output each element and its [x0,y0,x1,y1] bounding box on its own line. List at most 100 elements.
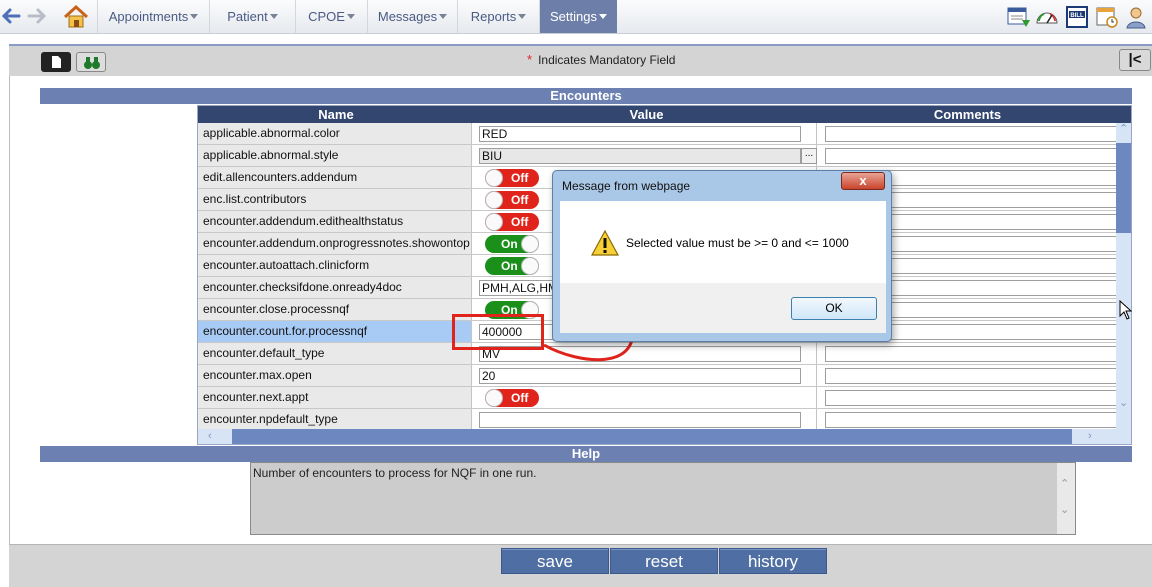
comment-cell [819,123,1125,144]
setting-name: edit.allencounters.addendum [198,167,472,188]
comment-input[interactable] [825,148,1125,164]
nav-menu-label: Patient [227,9,268,24]
history-button[interactable]: history [719,548,827,574]
new-document-button[interactable] [41,52,71,72]
toggle-knob [485,213,503,231]
toggle-switch[interactable]: Off [485,389,539,407]
setting-name: encounter.max.open [198,365,472,386]
help-scroll-down-icon[interactable]: ⌄ [1060,503,1069,516]
nav-menu-appointments[interactable]: Appointments [97,0,209,33]
setting-name: encounter.next.appt [198,387,472,408]
setting-name: encounter.count.for.processnqf [198,321,472,342]
dropdown-caret-icon [598,14,607,19]
toggle-switch[interactable]: On [485,235,539,253]
toggle-knob [521,257,539,275]
nav-menu-label: Reports [470,9,517,24]
column-header-value: Value [629,107,664,122]
reset-button[interactable]: reset [610,548,718,574]
calendar-clock-icon[interactable] [1095,5,1119,29]
table-row[interactable]: encounter.npdefault_type [198,409,1125,431]
nav-menu-label: CPOE [308,9,345,24]
dialog-close-button[interactable]: x [841,172,885,190]
dropdown-caret-icon [518,14,527,19]
dialog-body: Selected value must be >= 0 and <= 1000 [560,201,886,283]
user-profile-icon[interactable] [1124,5,1148,29]
dashboard-gauge-icon[interactable] [1035,5,1059,29]
nav-menu-settings[interactable]: Settings [539,0,617,33]
column-header-comments: Comments [933,107,1002,122]
collapse-panel-button[interactable]: |< [1119,49,1151,71]
back-arrow-icon[interactable] [1,6,21,26]
nav-menu-messages[interactable]: Messages [367,0,457,33]
comment-input[interactable] [825,390,1125,406]
top-navigation-bar: Appointments Patient CPOE Messages Reports Se… [0,0,1152,34]
grid-header: Name Value Comments [198,106,1131,123]
home-icon[interactable] [62,4,90,30]
toggle-label: Off [511,193,529,207]
help-scrollbar[interactable]: ⌃ ⌄ [1057,463,1075,534]
schedule-icon[interactable] [1006,5,1030,29]
help-scroll-up-icon[interactable]: ⌃ [1060,477,1069,490]
search-button[interactable] [76,52,106,72]
table-row[interactable]: encounter.next.appt Off [198,387,1125,409]
toggle-label: On [501,259,518,273]
table-row[interactable]: encounter.default_type MV [198,343,1125,365]
comment-cell [819,343,1125,364]
table-row[interactable]: applicable.abnormal.style BIU... [198,145,1125,167]
table-row[interactable]: encounter.max.open 20 [198,365,1125,387]
setting-name: encounter.checksifdone.onready4doc [198,277,472,298]
toggle-switch[interactable]: Off [485,191,539,209]
toggle-label: Off [511,171,529,185]
nav-menu-reports[interactable]: Reports [457,0,539,33]
help-text: Number of encounters to process for NQF … [253,466,537,480]
dropdown-caret-icon [190,14,199,19]
table-row[interactable]: applicable.abnormal.color RED [198,123,1125,145]
setting-name: encounter.addendum.onprogressnotes.showo… [198,233,472,254]
comment-input[interactable] [825,126,1125,142]
mandatory-field-note: * Indicates Mandatory Field [527,52,675,67]
toggle-switch[interactable]: Off [485,169,539,187]
scroll-right-arrow-icon[interactable]: › [1088,430,1092,442]
vertical-scroll-thumb[interactable] [1116,143,1131,233]
highlight-box-annotation [452,314,544,350]
setting-value-cell: Off [474,387,817,408]
dropdown-caret-icon [346,14,355,19]
setting-name: encounter.npdefault_type [198,409,472,430]
toggle-knob [521,235,539,253]
nav-menu-patient[interactable]: Patient [209,0,295,33]
nav-menu-label: Settings [550,9,597,24]
dropdown-caret-icon [269,14,278,19]
nav-menu-label: Messages [377,9,438,24]
toggle-switch[interactable]: On [485,257,539,275]
comment-input[interactable] [825,346,1125,362]
setting-name: encounter.addendum.edithealthstatus [198,211,472,232]
nav-menu-cpoe[interactable]: CPOE [295,0,367,33]
toggle-label: Off [511,391,529,405]
dialog-message: Selected value must be >= 0 and <= 1000 [626,236,849,250]
ellipsis-button[interactable]: ... [801,148,817,164]
comment-cell [819,145,1125,166]
comment-input[interactable] [825,368,1125,384]
setting-value-input[interactable] [479,412,801,428]
setting-name: enc.list.contributors [198,189,472,210]
mouse-cursor-icon [1119,300,1133,320]
ok-button[interactable]: OK [791,297,877,320]
scroll-down-arrow-icon[interactable]: ⌄ [1119,396,1128,409]
setting-value-cell [474,409,817,430]
binoculars-icon [84,57,100,69]
horizontal-scroll-thumb[interactable] [232,429,1072,444]
setting-value-input[interactable]: BIU [479,148,801,164]
scroll-left-arrow-icon[interactable]: ‹ [208,430,212,442]
comment-input[interactable] [825,412,1125,428]
toggle-switch[interactable]: Off [485,213,539,231]
setting-value-input[interactable]: RED [479,126,801,142]
forward-arrow-icon[interactable] [27,6,47,26]
scroll-up-arrow-icon[interactable]: ⌃ [1119,122,1128,135]
save-button[interactable]: save [501,548,609,574]
setting-value-cell: BIU... [474,145,817,166]
bill-icon[interactable]: BILL [1065,5,1089,29]
help-textarea[interactable]: Number of encounters to process for NQF … [250,462,1076,535]
setting-value-cell: RED [474,123,817,144]
toggle-knob [485,389,503,407]
comment-cell [819,409,1125,430]
